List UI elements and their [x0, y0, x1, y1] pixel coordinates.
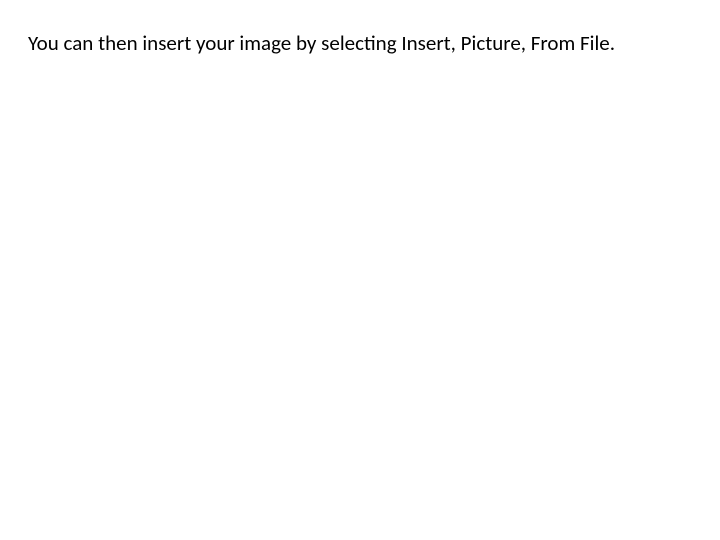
slide-content: You can then insert your image by select…: [28, 30, 630, 56]
body-text: You can then insert your image by select…: [28, 30, 630, 56]
